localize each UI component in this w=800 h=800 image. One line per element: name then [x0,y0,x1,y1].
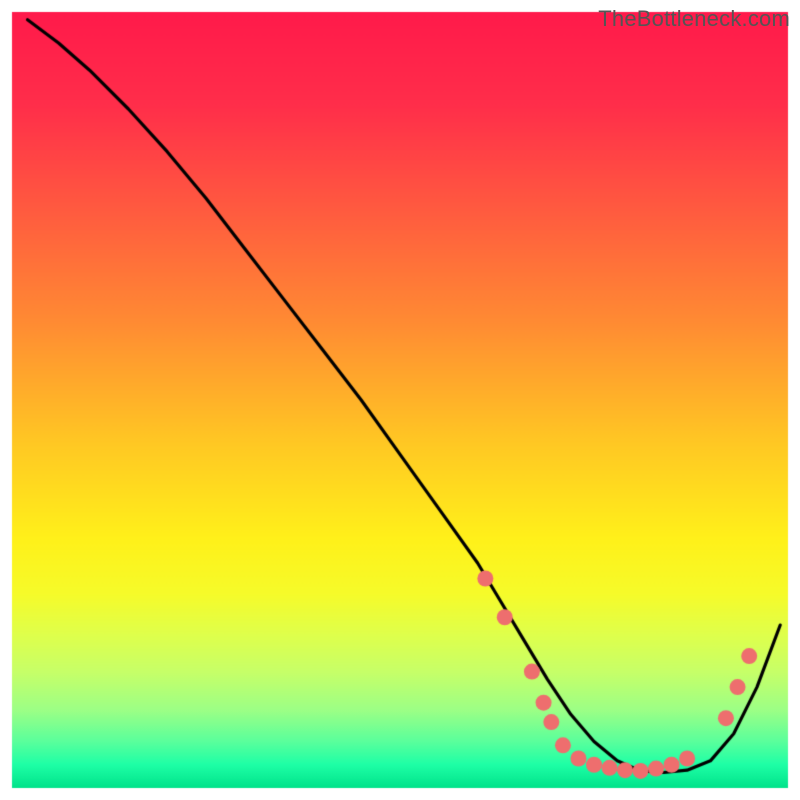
watermark-text: TheBottleneck.com [598,6,790,32]
chart-container: TheBottleneck.com [0,0,800,800]
bottleneck-chart [0,0,800,800]
